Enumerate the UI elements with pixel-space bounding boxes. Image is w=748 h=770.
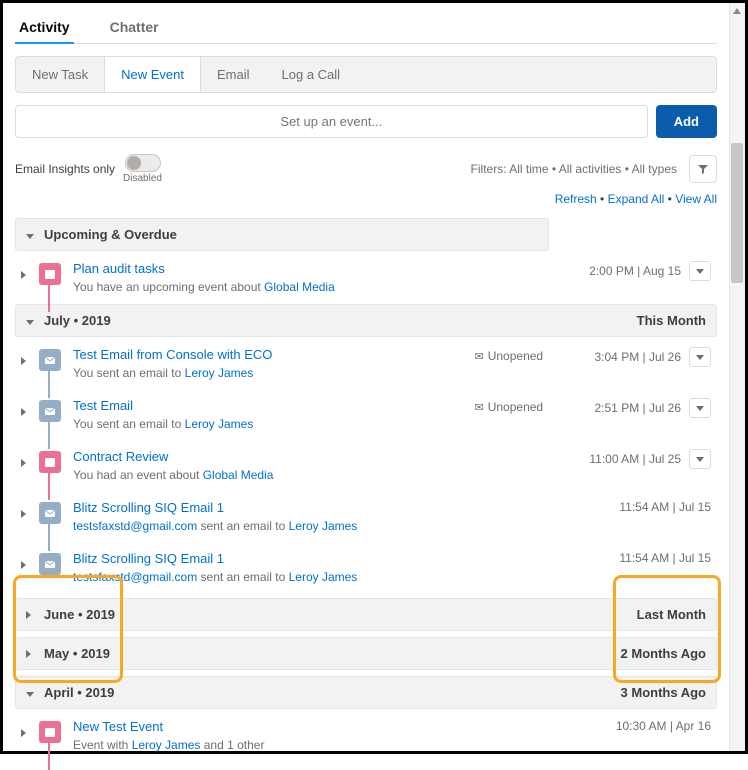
expand-icon[interactable] [21, 267, 35, 282]
envelope-icon [475, 349, 484, 363]
section-title: May • 2019 [44, 646, 110, 661]
item-title[interactable]: Blitz Scrolling SIQ Email 1 [73, 551, 619, 566]
item-menu-button[interactable] [689, 398, 711, 418]
item-title[interactable]: New Test Event [73, 719, 616, 734]
item-title[interactable]: Test Email from Console with ECO [73, 347, 475, 362]
timeline-item: Contract Review You had an event about G… [15, 441, 717, 492]
timeline-item: Test Email from Console with ECO You sen… [15, 339, 717, 390]
scroll-up-icon[interactable] [731, 5, 743, 17]
section-april[interactable]: April • 2019 3 Months Ago [15, 676, 717, 709]
link-global-media[interactable]: Global Media [264, 280, 335, 294]
item-menu-button[interactable] [689, 261, 711, 281]
link-leroy[interactable]: Leroy James [289, 570, 358, 584]
item-title[interactable]: Plan audit tasks [73, 261, 589, 276]
insights-toggle[interactable] [125, 154, 161, 172]
mail-icon [39, 502, 61, 524]
filter-icon[interactable] [689, 155, 717, 183]
calendar-icon [39, 263, 61, 285]
section-title: Upcoming & Overdue [44, 227, 177, 242]
refresh-link[interactable]: Refresh [555, 192, 597, 206]
item-title[interactable]: Test Email [73, 398, 475, 413]
email-status: Unopened [488, 400, 543, 414]
add-button[interactable]: Add [656, 105, 717, 138]
expand-icon[interactable] [21, 404, 35, 419]
scrollbar[interactable] [729, 3, 745, 751]
section-title: July • 2019 [44, 313, 111, 328]
link-global-media[interactable]: Global Media [203, 468, 274, 482]
section-title: April • 2019 [44, 685, 114, 700]
link-email[interactable]: testsfaxstd@gmail.com [73, 570, 197, 584]
section-july[interactable]: July • 2019 This Month [15, 304, 717, 337]
section-badge: 3 Months Ago [621, 685, 706, 700]
timeline-item: Plan audit tasks You have an upcoming ev… [15, 253, 717, 304]
item-time: 11:00 AM | Jul 25 [589, 452, 681, 466]
section-june[interactable]: June • 2019 Last Month [15, 598, 717, 631]
insights-label: Email Insights only [15, 162, 115, 176]
item-time: 2:51 PM | Jul 26 [595, 401, 682, 415]
timeline-item: New Test Event Event with Leroy James an… [15, 711, 717, 762]
section-may[interactable]: May • 2019 2 Months Ago [15, 637, 717, 670]
chevron-down-icon [26, 685, 36, 700]
tab-chatter[interactable]: Chatter [106, 11, 163, 43]
section-badge: 2 Months Ago [621, 646, 706, 661]
item-time: 10:30 AM | Apr 16 [616, 719, 711, 733]
item-menu-button[interactable] [689, 347, 711, 367]
link-leroy[interactable]: Leroy James [185, 417, 254, 431]
link-email[interactable]: testsfaxstd@gmail.com [73, 519, 197, 533]
mail-icon [39, 400, 61, 422]
timeline-item: Blitz Scrolling SIQ Email 1 testsfaxstd@… [15, 543, 717, 594]
section-upcoming[interactable]: Upcoming & Overdue [15, 218, 549, 251]
expand-all-link[interactable]: Expand All [608, 192, 665, 206]
timeline-item: Test Email You sent an email to Leroy Ja… [15, 390, 717, 441]
item-title[interactable]: Blitz Scrolling SIQ Email 1 [73, 500, 619, 515]
mail-icon [39, 553, 61, 575]
item-menu-button[interactable] [689, 449, 711, 469]
envelope-icon [475, 400, 484, 414]
expand-icon[interactable] [21, 506, 35, 521]
action-new-event[interactable]: New Event [104, 57, 201, 92]
event-input[interactable] [15, 105, 648, 138]
action-new-task[interactable]: New Task [16, 57, 104, 92]
action-email[interactable]: Email [201, 57, 266, 92]
top-tabs: Activity Chatter [15, 11, 717, 44]
link-leroy[interactable]: Leroy James [289, 519, 358, 533]
link-leroy[interactable]: Leroy James [185, 366, 254, 380]
view-all-link[interactable]: View All [675, 192, 717, 206]
calendar-icon [39, 721, 61, 743]
item-time: 2:00 PM | Aug 15 [589, 264, 681, 278]
timeline-item: Blitz Scrolling SIQ Email 1 testsfaxstd@… [15, 492, 717, 543]
chevron-down-icon [26, 227, 36, 242]
section-title: June • 2019 [44, 607, 115, 622]
item-time: 3:04 PM | Jul 26 [595, 350, 682, 364]
link-leroy[interactable]: Leroy James [132, 738, 201, 752]
expand-icon[interactable] [21, 725, 35, 740]
tab-activity[interactable]: Activity [15, 11, 74, 43]
item-time: 11:54 AM | Jul 15 [619, 500, 711, 514]
action-tabs: New Task New Event Email Log a Call [15, 56, 717, 93]
chevron-down-icon [26, 313, 36, 328]
expand-icon[interactable] [21, 353, 35, 368]
section-badge: This Month [637, 313, 706, 328]
chevron-right-icon [26, 646, 36, 661]
item-title[interactable]: Contract Review [73, 449, 589, 464]
expand-icon[interactable] [21, 557, 35, 572]
item-time: 11:54 AM | Jul 15 [619, 551, 711, 565]
timeline-links: Refresh • Expand All • View All [15, 192, 717, 206]
calendar-icon [39, 451, 61, 473]
filters-text: Filters: All time • All activities • All… [471, 162, 677, 176]
action-log-call[interactable]: Log a Call [266, 57, 357, 92]
mail-icon [39, 349, 61, 371]
scroll-thumb[interactable] [731, 143, 743, 283]
email-status: Unopened [488, 349, 543, 363]
chevron-right-icon [26, 607, 36, 622]
toggle-state: Disabled [123, 173, 162, 184]
expand-icon[interactable] [21, 455, 35, 470]
section-badge: Last Month [637, 607, 706, 622]
